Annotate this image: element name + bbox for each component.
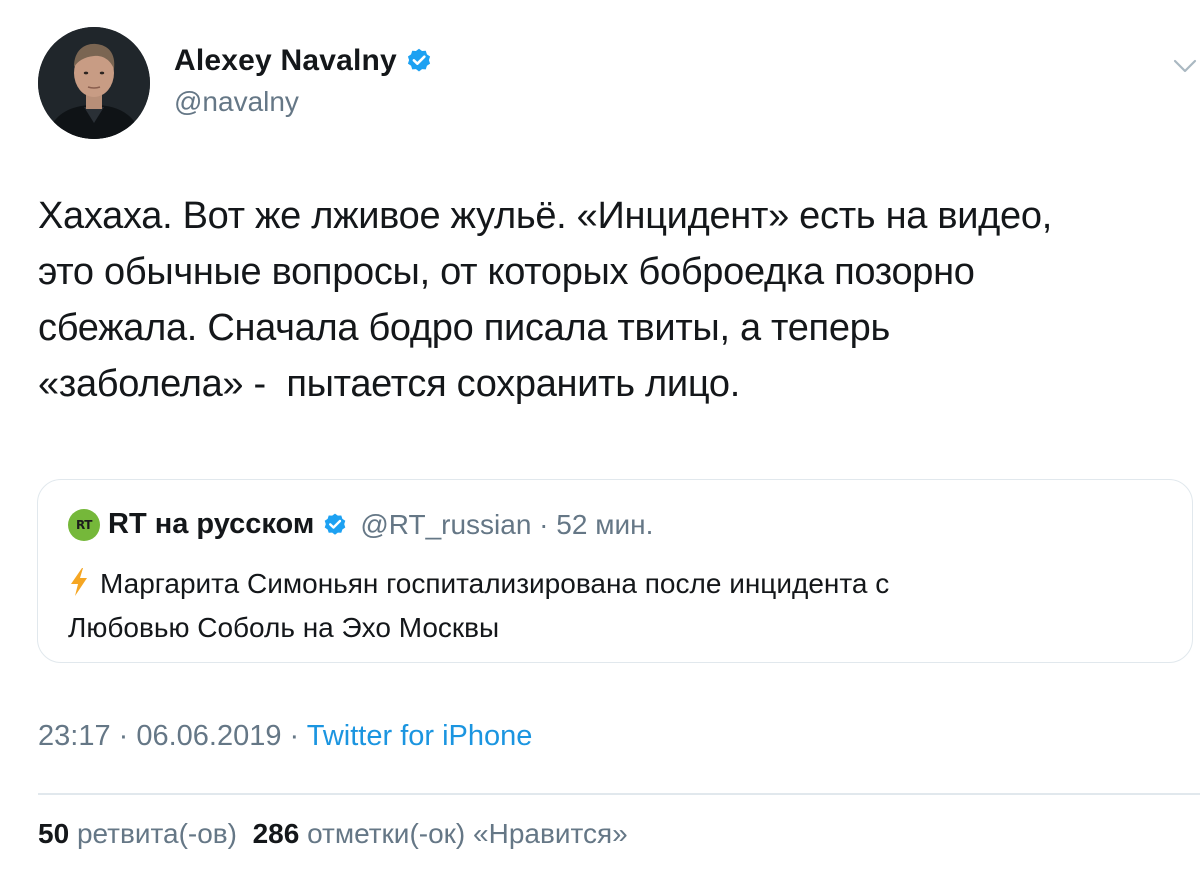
quoted-text-line: Маргарита Симоньян госпитализирована пос… [68,562,1168,606]
tweet-text: Хахаха. Вот же лживое жульё. «Инцидент» … [38,188,1188,412]
quoted-tweet-header: RT RT на русском @RT_russian · 52 мин. [68,508,653,541]
likes-label: отметки(-ок) «Нравится» [307,818,628,849]
retweets-count: 50 [38,818,70,849]
lightning-icon [68,566,90,596]
source-link[interactable]: Twitter for iPhone [307,720,533,752]
avatar[interactable] [38,27,150,139]
divider [38,793,1200,795]
timestamp[interactable]: 23:17 · 06.06.2019 · [38,720,307,752]
verified-icon [322,512,348,538]
quoted-tweet[interactable]: RT RT на русском @RT_russian · 52 мин. М… [37,479,1193,663]
author-name-row[interactable]: Alexey Navalny [174,44,433,78]
quoted-tweet-text: Маргарита Симоньян госпитализирована пос… [68,562,1168,650]
tweet-stats: 50 ретвита(-ов) 286 отметки(-ок) «Нравит… [38,818,628,850]
tweet-detail: Alexey Navalny @navalny Хахаха. Вот же л… [0,0,1200,878]
verified-icon [405,47,433,75]
likes-count: 286 [252,818,300,849]
retweets-label: ретвита(-ов) [76,818,237,849]
tweet-text-line: это обычные вопросы, от которых боброедк… [38,251,975,293]
quoted-author-name: RT на русском [108,508,315,540]
quoted-text-first: Маргарита Симоньян госпитализирована пос… [100,568,890,599]
likes-stat[interactable]: 286 отметки(-ок) «Нравится» [253,818,628,849]
quoted-text-line: Любовью Соболь на Эхо Москвы [68,612,500,643]
author-handle[interactable]: @navalny [174,86,299,118]
tweet-text-line: Хахаха. Вот же лживое жульё. «Инцидент» … [38,195,1052,237]
author-name[interactable]: Alexey Navalny [174,44,397,78]
retweets-stat[interactable]: 50 ретвита(-ов) [38,818,237,849]
tweet-text-line: сбежала. Сначала бодро писала твиты, а т… [38,307,891,349]
tweet-meta: 23:17 · 06.06.2019 · Twitter for iPhone [38,720,532,753]
chevron-down-icon[interactable] [1172,56,1198,76]
quoted-handle-time: @RT_russian · 52 мин. [360,508,654,540]
tweet-text-line: «заболела» - пытается сохранить лицо. [38,363,740,405]
rt-logo-icon: RT [68,508,100,541]
